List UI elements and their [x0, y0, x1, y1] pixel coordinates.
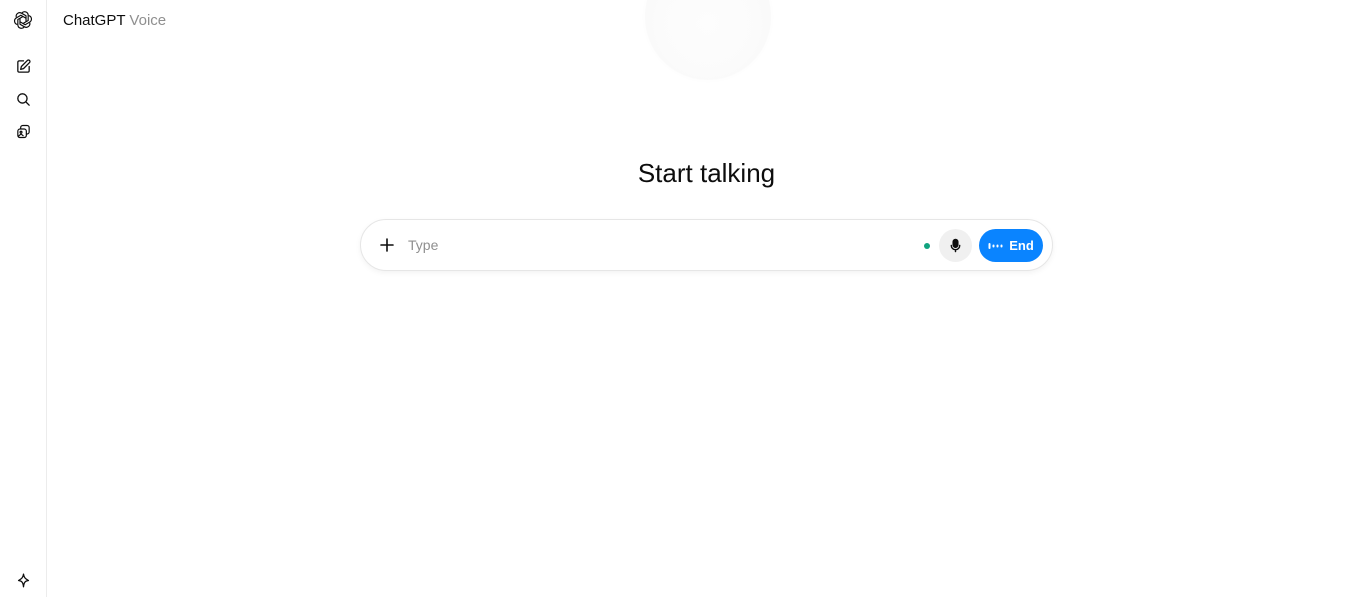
voice-composer: End: [360, 219, 1053, 271]
search-icon: [16, 92, 30, 106]
chatgpt-voice-app: ChatGPT Voice Start talking Type End: [0, 0, 1366, 597]
openai-logo-icon: [14, 11, 32, 29]
status-dot: [924, 243, 930, 249]
header-model: Voice: [129, 12, 167, 29]
library-icon: [16, 124, 30, 138]
waveform-icon: [988, 242, 1003, 249]
end-voice-button[interactable]: End: [979, 229, 1043, 262]
header-brand: ChatGPT: [63, 12, 126, 29]
message-input[interactable]: [408, 234, 908, 256]
new-chat-icon: [16, 58, 31, 73]
end-button-label: End: [1009, 238, 1034, 253]
sparkle-icon: [17, 572, 29, 588]
voice-orb: [645, 0, 771, 80]
library-button[interactable]: [8, 116, 38, 146]
header-title[interactable]: ChatGPT Voice: [63, 11, 166, 31]
search-button[interactable]: [8, 84, 38, 114]
microphone-icon: [950, 238, 961, 253]
upgrade-button[interactable]: [8, 565, 38, 595]
plus-icon: [380, 238, 394, 252]
page-title: Start talking: [637, 158, 776, 188]
add-attachment-button[interactable]: [373, 231, 401, 259]
openai-logo-button[interactable]: [8, 5, 38, 35]
new-chat-button[interactable]: [8, 51, 38, 81]
left-rail: [0, 0, 47, 597]
microphone-button[interactable]: [939, 229, 972, 262]
